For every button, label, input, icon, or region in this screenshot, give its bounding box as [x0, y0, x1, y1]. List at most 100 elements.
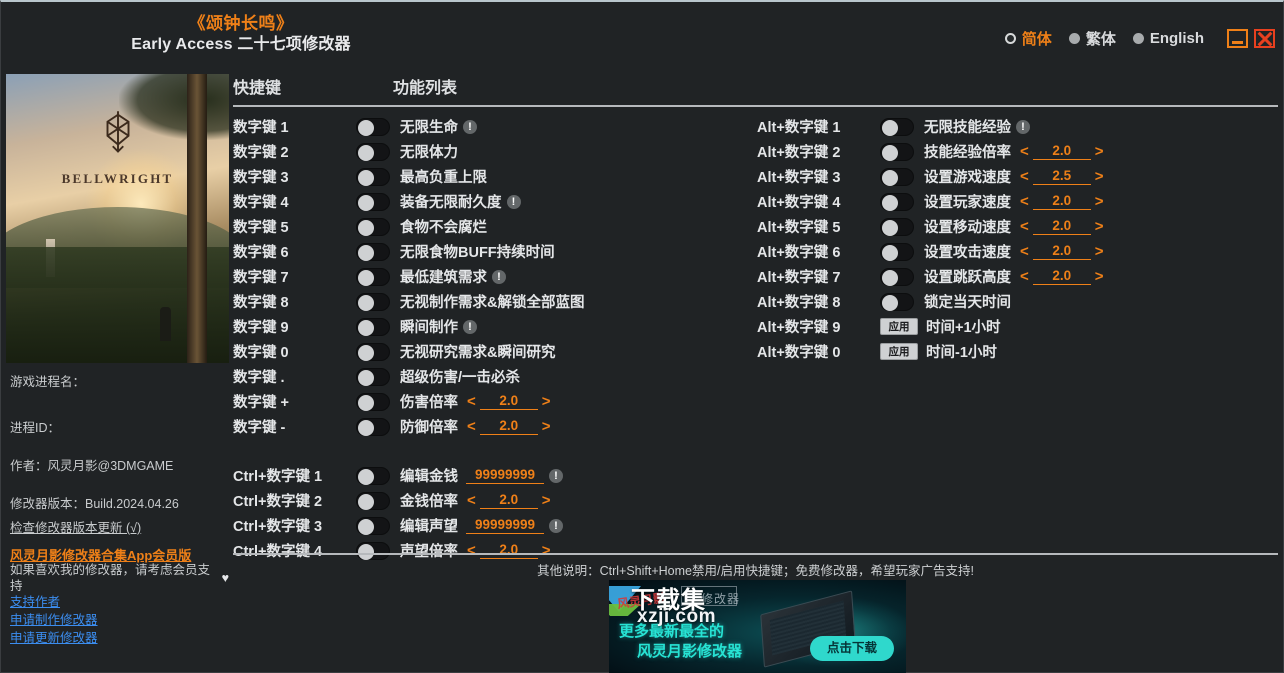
- spinner-decrement-icon[interactable]: <: [1018, 193, 1031, 210]
- cheat-column-left: 数字键 1 无限生命! 数字键 2 无限体力 数字键 3 最高负重上限 数字键 4 装备无限耐…: [233, 114, 753, 563]
- cheat-toggle[interactable]: [356, 367, 390, 386]
- spinner-increment-icon[interactable]: >: [540, 542, 553, 559]
- cheat-toggle[interactable]: [356, 267, 390, 286]
- hotkey-label: Ctrl+数字键 4: [233, 544, 323, 560]
- spinner-decrement-icon[interactable]: <: [465, 418, 478, 435]
- spinner-increment-icon[interactable]: >: [1093, 168, 1106, 185]
- cheat-toggle[interactable]: [356, 242, 390, 261]
- value-input[interactable]: 99999999: [466, 517, 544, 534]
- apply-button[interactable]: 应用: [880, 318, 918, 335]
- cheat-toggle[interactable]: [880, 217, 914, 236]
- spinner-increment-icon[interactable]: >: [540, 418, 553, 435]
- cheat-toggle[interactable]: [356, 217, 390, 236]
- toggle-knob: [358, 269, 374, 286]
- spinner-decrement-icon[interactable]: <: [465, 393, 478, 410]
- cheat-toggle[interactable]: [356, 417, 390, 436]
- download-arrow-base-icon: [609, 604, 641, 616]
- spinner-value[interactable]: 2.0: [1032, 218, 1091, 235]
- hotkey-label: Ctrl+数字键 3: [233, 519, 323, 535]
- lang-option-traditional[interactable]: 繁体: [1068, 28, 1116, 49]
- spinner-value[interactable]: 2.0: [479, 542, 538, 559]
- sidebar-link-request-update[interactable]: 申请更新修改器: [10, 629, 229, 647]
- toggle-knob: [358, 468, 374, 485]
- cheat-toggle[interactable]: [880, 117, 914, 136]
- cheat-toggle[interactable]: [356, 466, 390, 485]
- spinner-value[interactable]: 2.0: [1032, 143, 1091, 160]
- sidebar-link-request-trainer[interactable]: 申请制作修改器: [10, 611, 229, 629]
- cheat-toggle[interactable]: [356, 142, 390, 161]
- window-header: 《颂钟长鸣》 Early Access 二十七项修改器 简体 繁体 Englis…: [1, 2, 1284, 72]
- spinner-increment-icon[interactable]: >: [1093, 243, 1106, 260]
- spinner-value[interactable]: 2.0: [479, 418, 538, 435]
- game-title: 《颂钟长鸣》: [188, 14, 294, 33]
- ad-download-button[interactable]: 点击下载: [810, 636, 894, 661]
- cheat-toggle[interactable]: [880, 142, 914, 161]
- spinner-decrement-icon[interactable]: <: [1018, 218, 1031, 235]
- toggle-knob: [358, 419, 374, 436]
- spinner-value[interactable]: 2.5: [1032, 168, 1091, 185]
- cheat-function: 编辑金钱 99999999!: [400, 465, 563, 486]
- cheat-toggle[interactable]: [356, 491, 390, 510]
- cheat-toggle[interactable]: [356, 117, 390, 136]
- ad-banner[interactable]: 修改器 更多最新最全的 风灵月影修改器 点击下载 风灵月影 下载集 xzji.c…: [609, 580, 906, 673]
- spinner-decrement-icon[interactable]: <: [1018, 143, 1031, 160]
- check-update-link[interactable]: 检查修改器版本更新 (√): [10, 519, 229, 537]
- spinner-decrement-icon[interactable]: <: [465, 542, 478, 559]
- cheat-toggle[interactable]: [356, 541, 390, 560]
- toggle-knob: [358, 119, 374, 136]
- spinner-increment-icon[interactable]: >: [540, 393, 553, 410]
- lang-option-english[interactable]: English: [1132, 30, 1204, 47]
- hotkey-label: 数字键 3: [233, 170, 289, 186]
- value-input[interactable]: 99999999: [466, 467, 544, 484]
- toggle-knob: [882, 269, 898, 286]
- toggle-knob: [358, 493, 374, 510]
- cheat-toggle[interactable]: [356, 342, 390, 361]
- cheat-toggle[interactable]: [356, 292, 390, 311]
- hotkey-label: Ctrl+数字键 2: [233, 494, 323, 510]
- cheat-toggle[interactable]: [356, 167, 390, 186]
- spinner-decrement-icon[interactable]: <: [1018, 168, 1031, 185]
- spinner-value[interactable]: 2.0: [1032, 268, 1091, 285]
- spinner-value[interactable]: 2.0: [1032, 193, 1091, 210]
- cheat-row: 数字键 2 无限体力: [233, 139, 753, 164]
- toggle-knob: [358, 294, 374, 311]
- spinner-decrement-icon[interactable]: <: [465, 492, 478, 509]
- cheat-row: 数字键 5 食物不会腐烂: [233, 214, 753, 239]
- spinner-value[interactable]: 2.0: [1032, 243, 1091, 260]
- spinner-increment-icon[interactable]: >: [1093, 143, 1106, 160]
- trainer-subtitle: Early Access 二十七项修改器: [131, 36, 351, 53]
- cheat-toggle[interactable]: [880, 167, 914, 186]
- cheat-toggle[interactable]: [880, 192, 914, 211]
- spinner-increment-icon[interactable]: >: [540, 492, 553, 509]
- cheat-label: 无限食物BUFF持续时间: [400, 245, 555, 261]
- cheat-toggle[interactable]: [880, 292, 914, 311]
- close-icon[interactable]: [1254, 29, 1275, 48]
- cheat-toggle[interactable]: [356, 516, 390, 535]
- lang-option-simplified[interactable]: 简体: [1004, 28, 1052, 49]
- cheat-toggle[interactable]: [356, 392, 390, 411]
- spinner-value[interactable]: 2.0: [479, 492, 538, 509]
- minimize-icon[interactable]: [1227, 29, 1248, 48]
- spinner-increment-icon[interactable]: >: [1093, 218, 1106, 235]
- apply-button[interactable]: 应用: [880, 343, 918, 360]
- spinner-decrement-icon[interactable]: <: [1018, 268, 1031, 285]
- cheat-row: 数字键 6 无限食物BUFF持续时间: [233, 239, 753, 264]
- hotkey-label: 数字键 2: [233, 145, 289, 161]
- hotkey-label: 数字键 +: [233, 395, 289, 411]
- toggle-knob: [358, 169, 374, 186]
- cheat-row: 数字键 1 无限生命!: [233, 114, 753, 139]
- cheat-toggle[interactable]: [356, 317, 390, 336]
- toggle-knob: [358, 369, 374, 386]
- cheat-toggle[interactable]: [356, 192, 390, 211]
- spinner-increment-icon[interactable]: >: [1093, 268, 1106, 285]
- sidebar-link-support-author[interactable]: 支持作者: [10, 593, 229, 611]
- cheat-toggle[interactable]: [880, 267, 914, 286]
- hotkey-label: Alt+数字键 6: [757, 245, 841, 261]
- cheat-function: 设置攻击速度 <2.0 >: [924, 241, 1106, 262]
- spinner-increment-icon[interactable]: >: [1093, 193, 1106, 210]
- spinner-value[interactable]: 2.0: [479, 393, 538, 410]
- spinner-decrement-icon[interactable]: <: [1018, 243, 1031, 260]
- cheat-row: Alt+数字键 6 设置攻击速度 <2.0 >: [757, 239, 1277, 264]
- cheat-toggle[interactable]: [880, 242, 914, 261]
- lang-label-english: English: [1149, 30, 1204, 47]
